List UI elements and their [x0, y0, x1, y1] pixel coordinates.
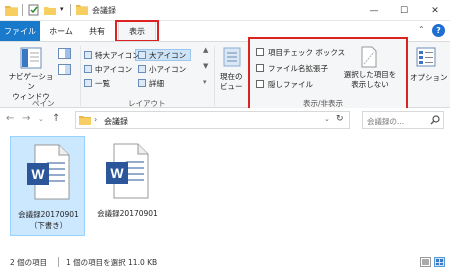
breadcrumb-chevron-icon[interactable]: › — [94, 115, 97, 124]
word-document-icon: W — [25, 143, 71, 203]
new-folder-icon[interactable] — [44, 4, 56, 18]
forward-arrow-icon[interactable]: → — [22, 113, 30, 124]
tab-home[interactable]: ホーム — [44, 21, 78, 41]
file-item[interactable]: W 会議録20170901 — [90, 136, 165, 236]
file-list: W 会議録20170901 （下書き） W 会議録20170901 — [0, 133, 450, 254]
layout-small-icons[interactable]: 小アイコン — [138, 64, 186, 75]
selection-info: 1 個の項目を選択 11.0 KB — [66, 258, 158, 267]
layout-large-icons[interactable]: 大アイコン — [138, 50, 186, 61]
back-arrow-icon[interactable]: ← — [6, 113, 14, 124]
tab-share[interactable]: 共有 — [82, 21, 112, 41]
search-icon[interactable] — [430, 115, 440, 127]
separator — [58, 257, 59, 267]
quick-access-dropdown-icon[interactable]: ▾ — [60, 5, 64, 13]
word-document-icon: W — [104, 142, 150, 202]
separator — [22, 4, 23, 16]
layout-extra-large-icons[interactable]: 特大アイコン — [84, 50, 140, 61]
address-field[interactable]: › 会議録 ⌄ ↻ — [75, 111, 350, 129]
refresh-icon[interactable]: ↻ — [336, 114, 344, 124]
details-pane-icon[interactable] — [58, 64, 71, 77]
svg-text:W: W — [31, 166, 45, 182]
options-button[interactable]: オプション — [410, 72, 448, 83]
ribbon: ナビゲーション ウィンドウ ペイン 特大アイコン 大アイコン 中アイコン 小アイ… — [0, 37, 450, 111]
address-dropdown-icon[interactable]: ⌄ — [324, 115, 330, 123]
layout-scroll-down-icon[interactable]: ▼ — [203, 62, 208, 70]
options-icon[interactable] — [416, 46, 436, 70]
small-icons-icon — [138, 65, 146, 73]
svg-text:W: W — [110, 165, 124, 181]
recent-locations-icon[interactable]: ⌄ — [38, 115, 44, 123]
large-icons-view-icon[interactable] — [434, 257, 445, 267]
large-icons-icon — [138, 51, 146, 59]
minimize-button[interactable]: — — [359, 0, 389, 21]
window-title: 会議録 — [92, 6, 116, 15]
separator — [214, 46, 215, 106]
layout-scroll-up-icon[interactable]: ▲ — [203, 46, 208, 54]
status-bar: 2 個の項目 1 個の項目を選択 11.0 KB — [0, 254, 450, 271]
current-view-button[interactable]: 現在の ビュー — [220, 72, 243, 92]
sort-by-icon[interactable] — [222, 46, 242, 70]
address-bar: ← → ⌄ ↑ › 会議録 ⌄ ↻ 会議録の... — [0, 108, 450, 133]
search-placeholder: 会議録の... — [367, 117, 405, 126]
layout-list[interactable]: 一覧 — [84, 78, 110, 89]
help-icon[interactable]: ? — [432, 24, 445, 37]
up-arrow-icon[interactable]: ↑ — [52, 113, 60, 124]
separator — [80, 46, 81, 106]
layout-details[interactable]: 詳細 — [138, 78, 164, 89]
folder-icon[interactable] — [5, 4, 18, 18]
breadcrumb[interactable]: 会議録 — [104, 116, 128, 127]
search-input[interactable]: 会議録の... — [362, 111, 444, 129]
folder-icon — [79, 115, 91, 127]
tab-file[interactable]: ファイル — [0, 21, 40, 41]
collapse-ribbon-icon[interactable]: ⌃ — [418, 25, 425, 34]
file-item[interactable]: W 会議録20170901 （下書き） — [10, 136, 85, 236]
layout-medium-icons[interactable]: 中アイコン — [84, 64, 132, 75]
item-count: 2 個の項目 — [10, 258, 48, 267]
close-button[interactable]: ✕ — [420, 0, 450, 21]
tab-highlight-box — [115, 20, 159, 42]
details-icon — [138, 79, 146, 87]
folder-icon — [76, 4, 88, 17]
list-icon — [84, 79, 92, 87]
file-name: 会議録20170901 （下書き） — [18, 210, 79, 230]
preview-pane-icon[interactable] — [58, 48, 71, 61]
extra-large-icons-icon — [84, 51, 92, 59]
layout-expand-icon[interactable]: ▾ — [203, 78, 207, 86]
show-hide-highlight-box — [248, 37, 408, 111]
file-name: 会議録20170901 — [97, 209, 158, 218]
properties-icon[interactable] — [28, 4, 39, 18]
medium-icons-icon — [84, 65, 92, 73]
navigation-pane-icon[interactable] — [20, 47, 42, 71]
details-view-icon[interactable] — [420, 257, 431, 267]
separator — [70, 4, 71, 16]
title-bar: ▾ 会議録 — ☐ ✕ — [0, 0, 450, 21]
maximize-button[interactable]: ☐ — [389, 0, 419, 21]
